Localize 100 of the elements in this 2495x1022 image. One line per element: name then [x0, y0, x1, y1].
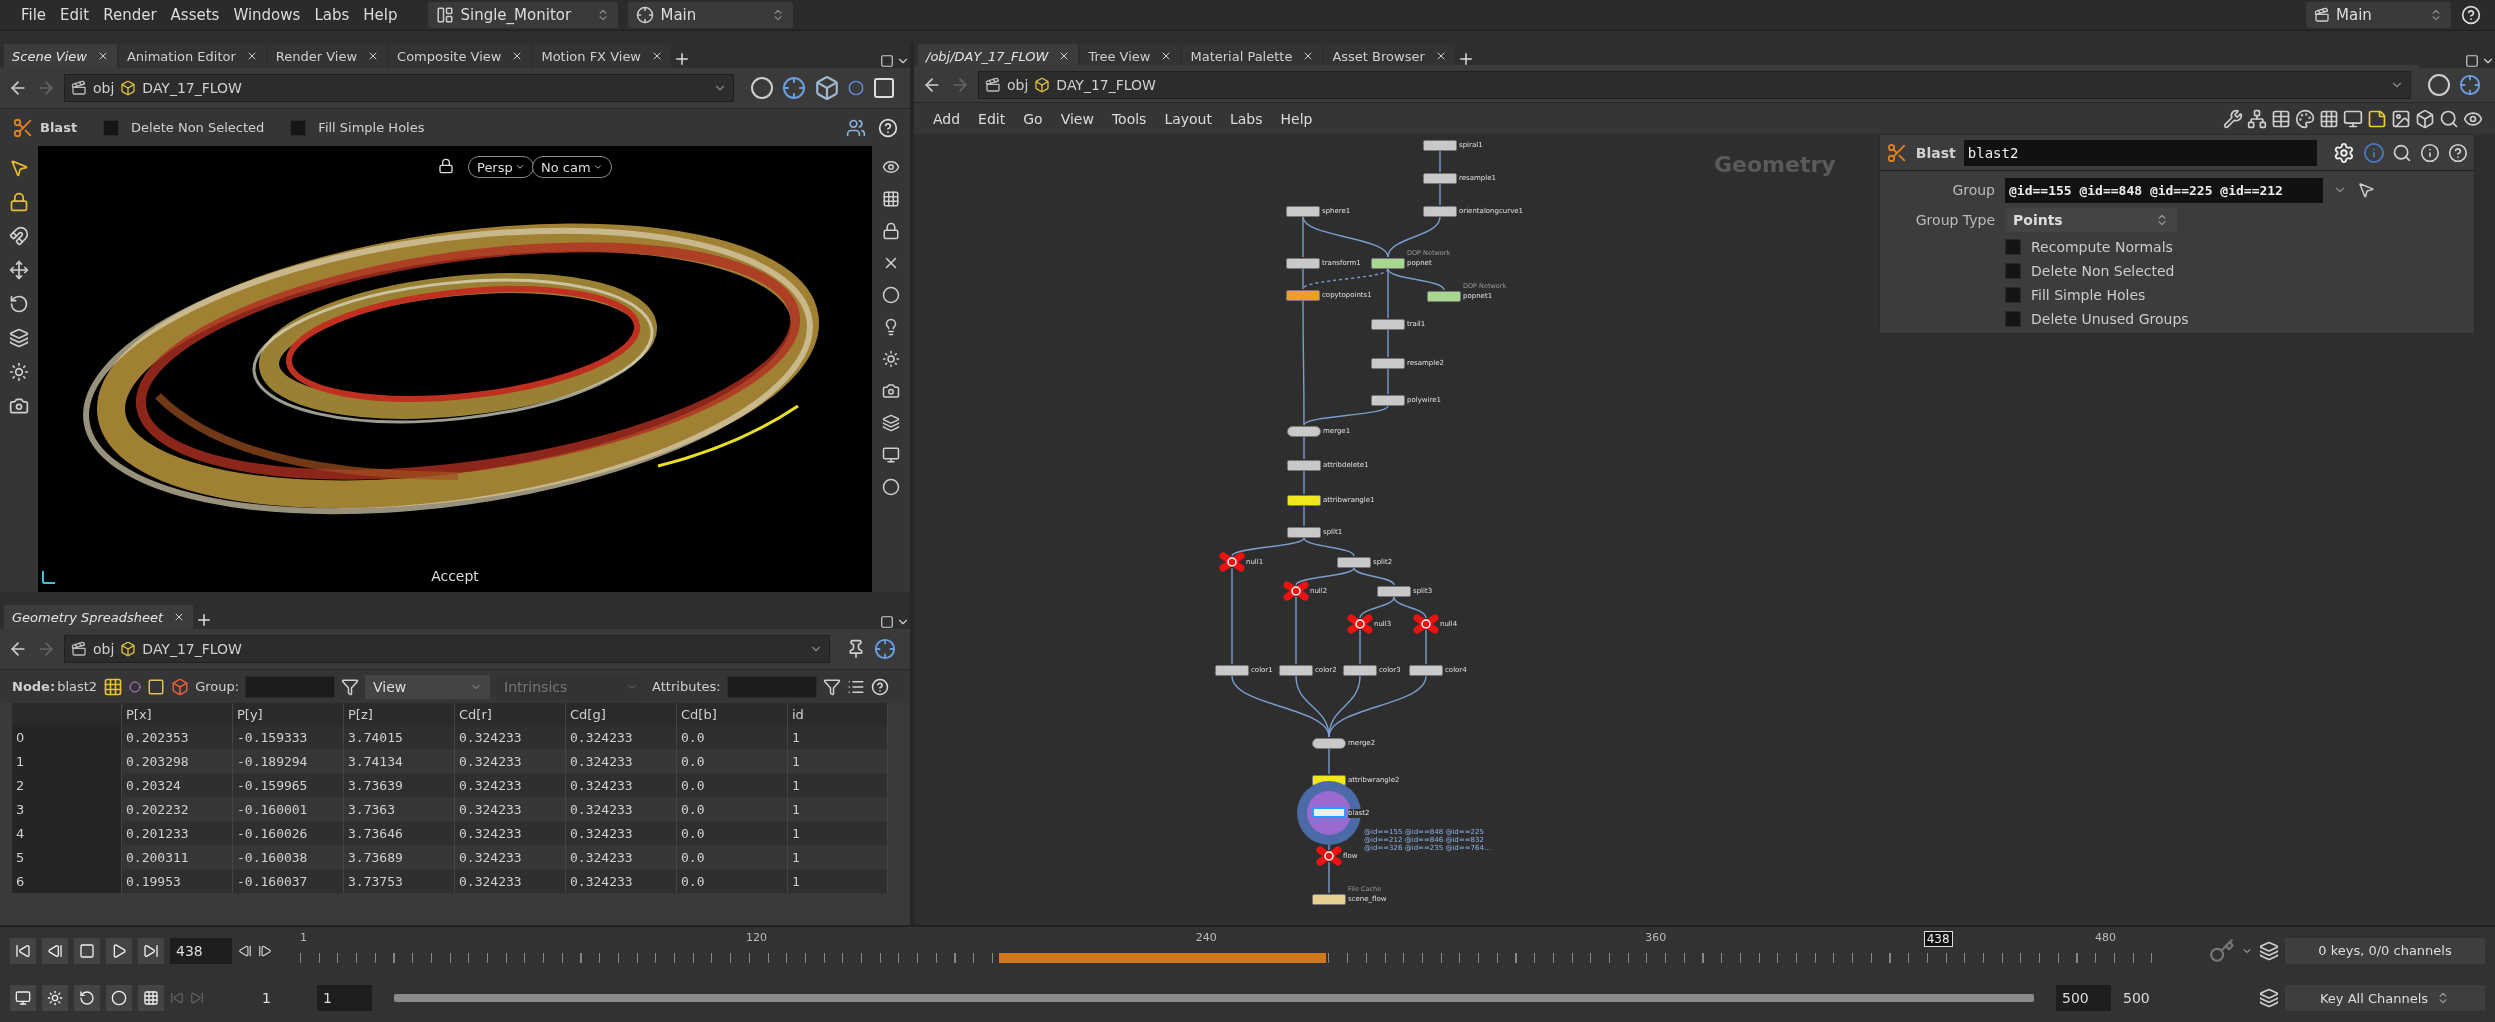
- layers-icon[interactable]: [9, 328, 29, 348]
- sticky-note-icon[interactable]: [2367, 108, 2387, 129]
- node-tile[interactable]: [1287, 426, 1321, 437]
- menu-item[interactable]: Go: [1016, 110, 1050, 127]
- null-node[interactable]: [1316, 846, 1342, 866]
- node-tile[interactable]: [1409, 665, 1443, 676]
- magnet-icon[interactable]: [9, 226, 29, 246]
- desktop-dropdown[interactable]: Single_Monitor: [428, 2, 619, 28]
- maximize-icon[interactable]: [880, 54, 894, 68]
- node-tile[interactable]: [1371, 258, 1405, 269]
- node-tile[interactable]: [1279, 665, 1313, 676]
- menu-item[interactable]: Edit: [53, 6, 97, 24]
- timeline-button[interactable]: [42, 985, 68, 1012]
- help-icon[interactable]: [870, 677, 889, 696]
- node-tile[interactable]: [1215, 665, 1249, 676]
- node-tile[interactable]: [1286, 258, 1320, 269]
- pane-tab[interactable]: Motion FX View: [533, 44, 671, 68]
- node-tile[interactable]: [1343, 665, 1377, 676]
- lock-icon[interactable]: [9, 192, 29, 212]
- null-node[interactable]: [1283, 581, 1309, 601]
- node-tile[interactable]: [1287, 495, 1321, 506]
- dot-icon[interactable]: [882, 478, 900, 496]
- menu-item[interactable]: Labs: [307, 6, 357, 24]
- filter-icon[interactable]: [341, 677, 360, 696]
- playback-button[interactable]: [10, 937, 36, 964]
- checkbox[interactable]: [2005, 311, 2021, 327]
- camera-menu[interactable]: Persp: [468, 156, 534, 178]
- target-icon[interactable]: [874, 638, 896, 660]
- checkbox[interactable]: [2005, 239, 2021, 255]
- header-cell[interactable]: id: [788, 703, 888, 725]
- timeline-button[interactable]: [74, 985, 100, 1012]
- key-mode-dropdown[interactable]: Key All Channels: [2285, 985, 2485, 1012]
- path-item[interactable]: obj: [93, 641, 115, 657]
- timeline-button[interactable]: [10, 985, 36, 1012]
- desktop-dropdown[interactable]: Main: [2306, 2, 2451, 28]
- close-icon[interactable]: [651, 50, 663, 62]
- image-icon[interactable]: [2391, 108, 2411, 129]
- node-tile[interactable]: [1337, 557, 1371, 568]
- pane-tab[interactable]: Tree View: [1080, 44, 1181, 68]
- maximize-icon[interactable]: [880, 615, 894, 629]
- header-cell[interactable]: P[y]: [233, 703, 344, 725]
- path-item[interactable]: DAY_17_FLOW: [142, 80, 242, 96]
- monitor-icon[interactable]: [2343, 108, 2363, 129]
- pin-icon[interactable]: [846, 639, 866, 659]
- path-item[interactable]: DAY_17_FLOW: [142, 641, 242, 657]
- node-tile[interactable]: [1286, 290, 1320, 301]
- lock-icon[interactable]: [438, 158, 454, 174]
- eye-icon[interactable]: [882, 158, 900, 176]
- menu-item[interactable]: Help: [1273, 110, 1320, 127]
- path-field[interactable]: obj DAY_17_FLOW: [978, 71, 2411, 99]
- playback-button[interactable]: [138, 937, 164, 964]
- node-tile[interactable]: [1377, 586, 1411, 597]
- checkbox[interactable]: [290, 119, 307, 136]
- add-tab-icon[interactable]: [673, 50, 691, 68]
- header-cell[interactable]: P[z]: [344, 703, 455, 725]
- node-tile[interactable]: [1371, 358, 1405, 369]
- menu-item[interactable]: Assets: [163, 6, 227, 24]
- camera-icon[interactable]: [9, 396, 29, 416]
- path-field[interactable]: obj DAY_17_FLOW: [64, 635, 830, 663]
- node-tile[interactable]: [1371, 319, 1405, 330]
- node-tile[interactable]: [1312, 738, 1346, 749]
- menu-item[interactable]: Labs: [1223, 110, 1270, 127]
- pane-tab[interactable]: Animation Editor: [118, 44, 266, 68]
- menu-item[interactable]: Edit: [971, 110, 1013, 127]
- wrench-icon[interactable]: [2223, 108, 2243, 129]
- node-name-field[interactable]: blast2: [1963, 139, 2317, 166]
- menu-item[interactable]: Render: [96, 6, 164, 24]
- menu-item[interactable]: File: [14, 6, 54, 24]
- pane-tab[interactable]: Render View: [267, 44, 388, 68]
- path-item[interactable]: DAY_17_FLOW: [1056, 77, 1156, 93]
- select-arrow-icon[interactable]: [2357, 181, 2375, 199]
- rotate-icon[interactable]: [9, 294, 29, 314]
- start-field[interactable]: 1: [256, 985, 311, 1012]
- path-field[interactable]: obj DAY_17_FLOW: [64, 74, 734, 102]
- timeline-button[interactable]: [138, 985, 164, 1012]
- node-tile[interactable]: [1423, 140, 1457, 151]
- help-icon[interactable]: [2448, 142, 2468, 163]
- move-icon[interactable]: [9, 260, 29, 280]
- pane-tab[interactable]: Scene View: [4, 44, 117, 68]
- menu-item[interactable]: Help: [356, 6, 405, 24]
- help-icon[interactable]: [878, 117, 898, 138]
- node-tile[interactable]: [1371, 395, 1405, 406]
- select-icon[interactable]: [9, 158, 29, 178]
- playback-button[interactable]: [42, 937, 68, 964]
- light-icon[interactable]: [9, 362, 29, 382]
- context-dropdown[interactable]: Main: [628, 2, 794, 28]
- null-node[interactable]: [1347, 614, 1373, 634]
- maximize-icon[interactable]: [2465, 54, 2479, 68]
- search-icon[interactable]: [2392, 142, 2413, 163]
- box-icon[interactable]: [2415, 108, 2435, 129]
- layers-icon[interactable]: [882, 414, 900, 432]
- target-icon[interactable]: [2459, 74, 2481, 96]
- square-icon[interactable]: [872, 76, 896, 100]
- node-tile[interactable]: [1427, 291, 1461, 302]
- start-field[interactable]: 1: [317, 985, 372, 1012]
- node-tile[interactable]: [1286, 206, 1320, 217]
- view-dropdown[interactable]: View: [365, 674, 491, 699]
- node-tile[interactable]: [1423, 206, 1457, 217]
- group-type-dropdown[interactable]: Points: [2005, 208, 2177, 232]
- null-node[interactable]: [1413, 614, 1439, 634]
